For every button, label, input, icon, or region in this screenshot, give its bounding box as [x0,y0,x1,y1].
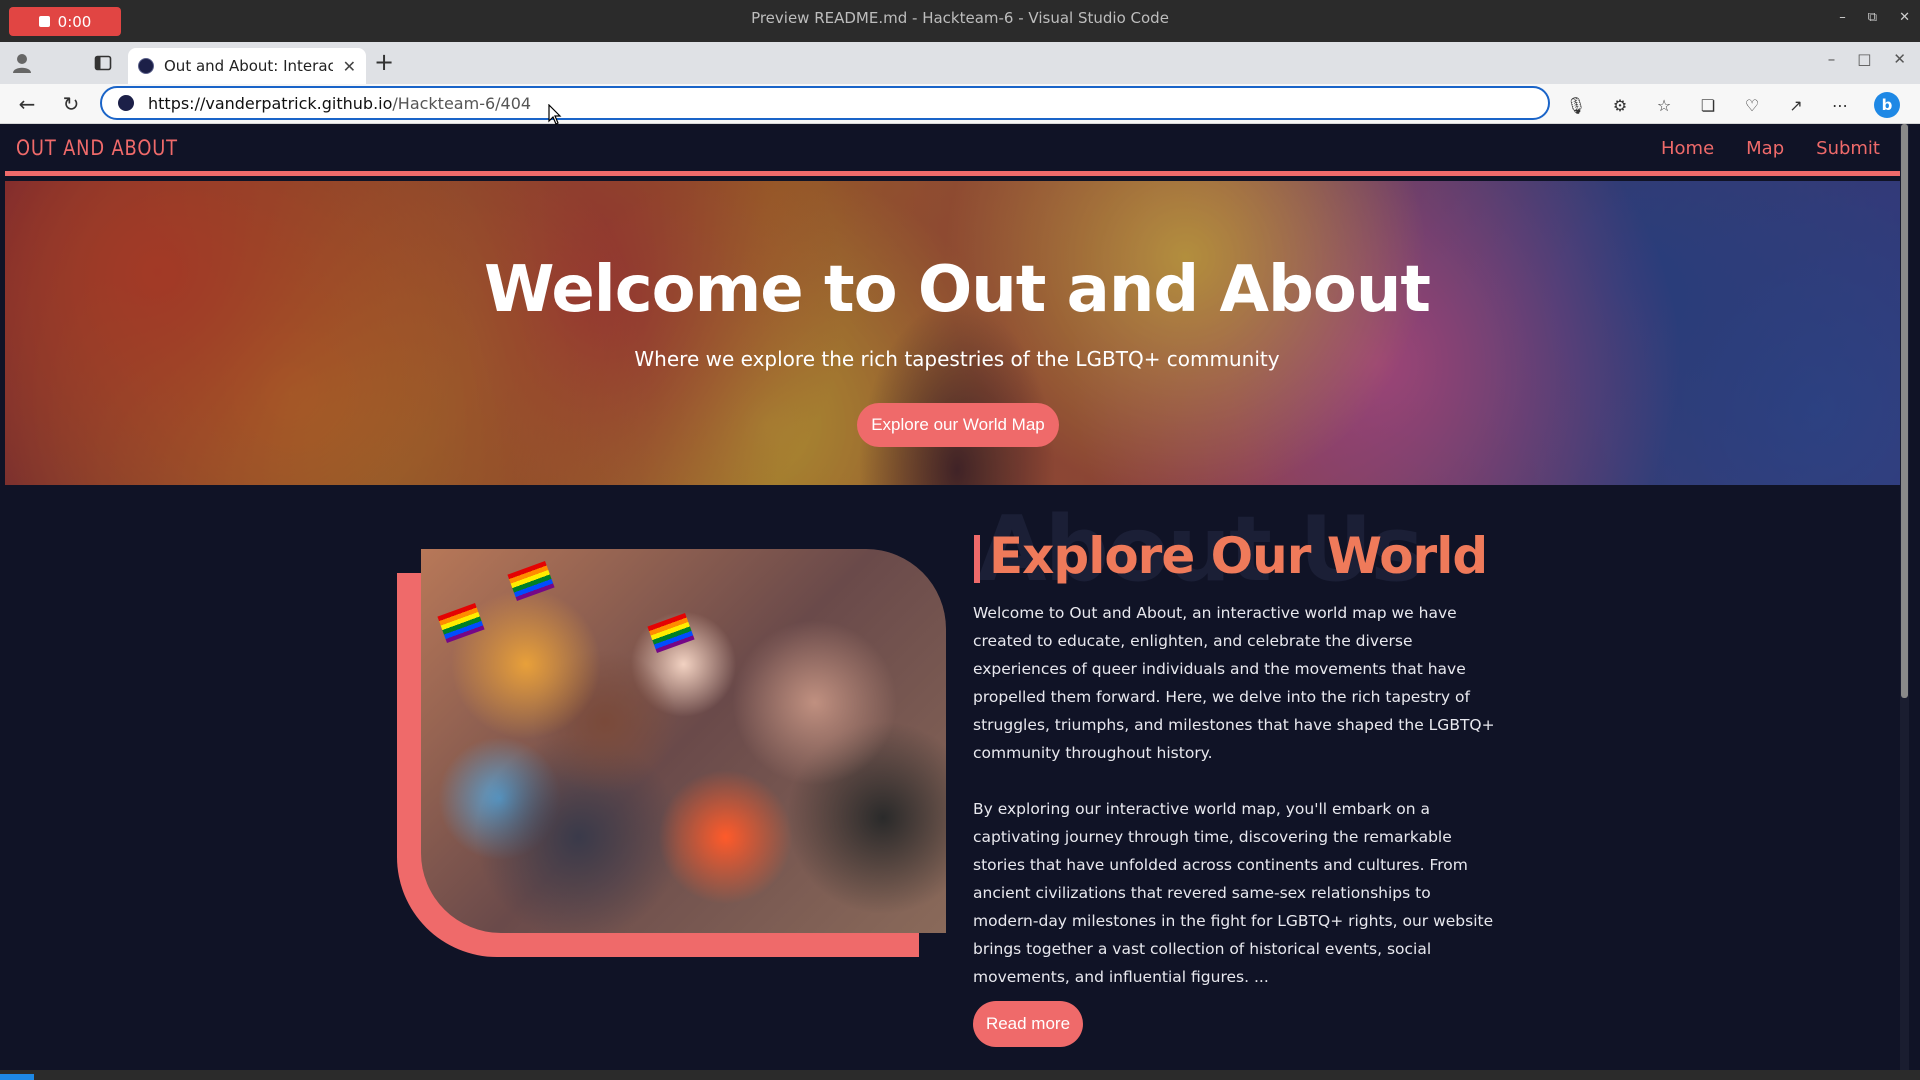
hero-banner: Welcome to Out and About Where we explor… [5,181,1909,485]
pride-crowd-photo [421,549,946,933]
address-bar[interactable]: https://vanderpatrick.github.io/Hackteam… [100,86,1550,120]
close-icon[interactable]: ✕ [1899,10,1910,25]
browser-essentials-icon[interactable]: ♡ [1742,95,1762,115]
about-text: Welcome to Out and About, an interactive… [973,599,1498,991]
bing-icon[interactable]: b [1874,92,1900,118]
restore-icon[interactable]: ⧉ [1868,10,1877,25]
pride-flag-icon [437,603,485,643]
nav-home[interactable]: Home [1661,138,1714,159]
title-accent-bar [974,535,980,583]
minimize-icon[interactable]: – [1839,10,1846,25]
share-icon[interactable]: ↗ [1786,95,1806,115]
refresh-icon[interactable]: ↻ [58,91,84,117]
browser-maximize-icon[interactable]: □ [1857,50,1871,68]
extensions-icon[interactable]: ⚙ [1610,95,1630,115]
tab-title: Out and About: Interactiv [164,57,333,75]
hero-subtitle: Where we explore the rich tapestries of … [634,347,1280,371]
about-paragraph-1: Welcome to Out and About, an interactive… [973,604,1495,762]
about-section: About Us Explore Our World Welcome to Ou… [5,485,1909,1070]
profile-icon[interactable] [12,52,32,74]
navigation-bar: ← ↻ https://vanderpatrick.github.io/Hack… [0,84,1920,124]
read-more-button[interactable]: Read more [973,1001,1083,1047]
favorites-icon[interactable]: ☆ [1654,95,1674,115]
site-navbar: OUT AND ABOUT Home Map Submit [5,124,1909,176]
nav-map[interactable]: Map [1746,138,1784,159]
tab-out-and-about[interactable]: Out and About: Interactiv ✕ [128,48,366,84]
nav-submit[interactable]: Submit [1816,138,1880,159]
site-brand[interactable]: OUT AND ABOUT [16,136,178,160]
mouse-cursor-icon [548,104,562,125]
taskbar-indicator [0,1074,34,1080]
new-tab-icon[interactable]: + [374,48,394,76]
web-page: OUT AND ABOUT Home Map Submit Welcome to… [5,124,1909,1070]
url-text: https://vanderpatrick.github.io/Hackteam… [148,93,532,113]
window-title: Preview README.md - Hackteam-6 - Visual … [751,9,1169,27]
pride-flag-icon [647,613,695,653]
tab-actions-icon[interactable] [94,54,112,72]
os-titlebar: 0:00 Preview README.md - Hackteam-6 - Vi… [0,0,1920,42]
browser-minimize-icon[interactable]: – [1828,50,1836,68]
explore-title: Explore Our World [989,527,1488,585]
more-icon[interactable]: ⋯ [1830,95,1850,115]
close-tab-icon[interactable]: ✕ [343,57,356,76]
read-aloud-icon[interactable]: 🎙 [1566,95,1586,115]
browser-close-icon[interactable]: ✕ [1893,50,1906,68]
about-paragraph-2: By exploring our interactive world map, … [973,800,1494,986]
taskbar-strip [0,1070,1920,1080]
explore-map-button[interactable]: Explore our World Map [857,403,1059,447]
tab-strip: Out and About: Interactiv ✕ + – □ ✕ [0,42,1920,84]
pride-flag-icon [507,561,555,601]
site-favicon-icon [138,58,154,74]
collections-icon[interactable]: ❏ [1698,95,1718,115]
site-info-icon[interactable] [118,95,134,111]
back-icon[interactable]: ← [14,91,40,117]
hero-title: Welcome to Out and About [484,253,1431,327]
